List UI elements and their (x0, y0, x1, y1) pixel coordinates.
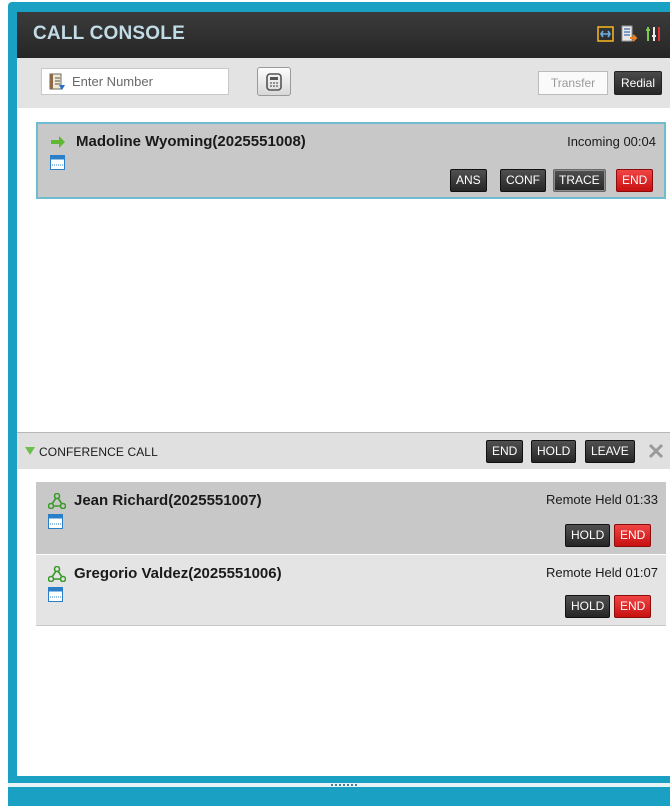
answer-button[interactable]: ANS (450, 169, 487, 192)
collapse-triangle-icon[interactable] (25, 447, 35, 455)
transfer-button[interactable]: Transfer (538, 71, 608, 95)
conference-button[interactable]: CONF (500, 169, 546, 192)
conference-participant-row[interactable]: Gregorio Valdez(2025551006) Remote Held … (36, 554, 666, 626)
participant-name: Jean Richard(2025551007) (74, 492, 262, 509)
page-title: CALL CONSOLE (33, 23, 185, 44)
participant-status: Remote Held 01:07 (545, 565, 658, 580)
connect-icon[interactable] (597, 25, 614, 43)
settings-icon[interactable] (645, 25, 662, 43)
web-icon[interactable] (48, 514, 63, 529)
end-call-button[interactable]: END (616, 169, 654, 192)
participant-name: Gregorio Valdez(2025551006) (74, 565, 282, 582)
console-header: CALL CONSOLE (17, 12, 670, 58)
number-input[interactable] (72, 74, 222, 89)
close-icon[interactable] (647, 442, 665, 460)
participant-end-button[interactable]: END (614, 524, 652, 547)
resize-bar[interactable] (8, 776, 670, 806)
conference-end-button[interactable]: END (486, 440, 524, 463)
call-status: Incoming 00:04 (567, 134, 656, 149)
incoming-arrow-icon (51, 136, 65, 148)
participant-hold-button[interactable]: HOLD (565, 595, 611, 618)
conference-participant-icon (48, 566, 66, 582)
header-icons (597, 25, 662, 43)
number-field[interactable] (41, 68, 229, 95)
contacts-export-icon[interactable] (621, 25, 638, 43)
phone-icon (266, 72, 282, 91)
conference-title: CONFERENCE CALL (39, 445, 158, 459)
trace-button[interactable]: TRACE (553, 169, 606, 192)
call-console-panel: CALL CONSOLE Enter Number Transfer Redia… (17, 12, 670, 776)
participant-status: Remote Held 01:33 (545, 492, 658, 507)
web-icon[interactable] (48, 587, 63, 602)
caller-name: Madoline Wyoming(2025551008) (76, 133, 306, 150)
conference-header[interactable]: CONFERENCE CALL END HOLD LEAVE (17, 432, 670, 469)
active-call-row[interactable]: Madoline Wyoming(2025551008) Incoming 00… (36, 122, 666, 199)
redial-button[interactable]: Redial (614, 71, 662, 95)
conference-participant-icon (48, 493, 66, 509)
directory-icon[interactable] (48, 73, 66, 91)
participant-hold-button[interactable]: HOLD (565, 524, 611, 547)
grip-dots (331, 784, 357, 786)
dial-toolbar: Transfer Redial (17, 58, 670, 108)
conference-hold-button[interactable]: HOLD (531, 440, 577, 463)
web-icon[interactable] (50, 155, 65, 170)
dial-button[interactable] (257, 67, 291, 96)
conference-participant-row[interactable]: Jean Richard(2025551007) Remote Held 01:… (36, 482, 666, 554)
participant-end-button[interactable]: END (614, 595, 652, 618)
conference-leave-button[interactable]: LEAVE (585, 440, 635, 463)
